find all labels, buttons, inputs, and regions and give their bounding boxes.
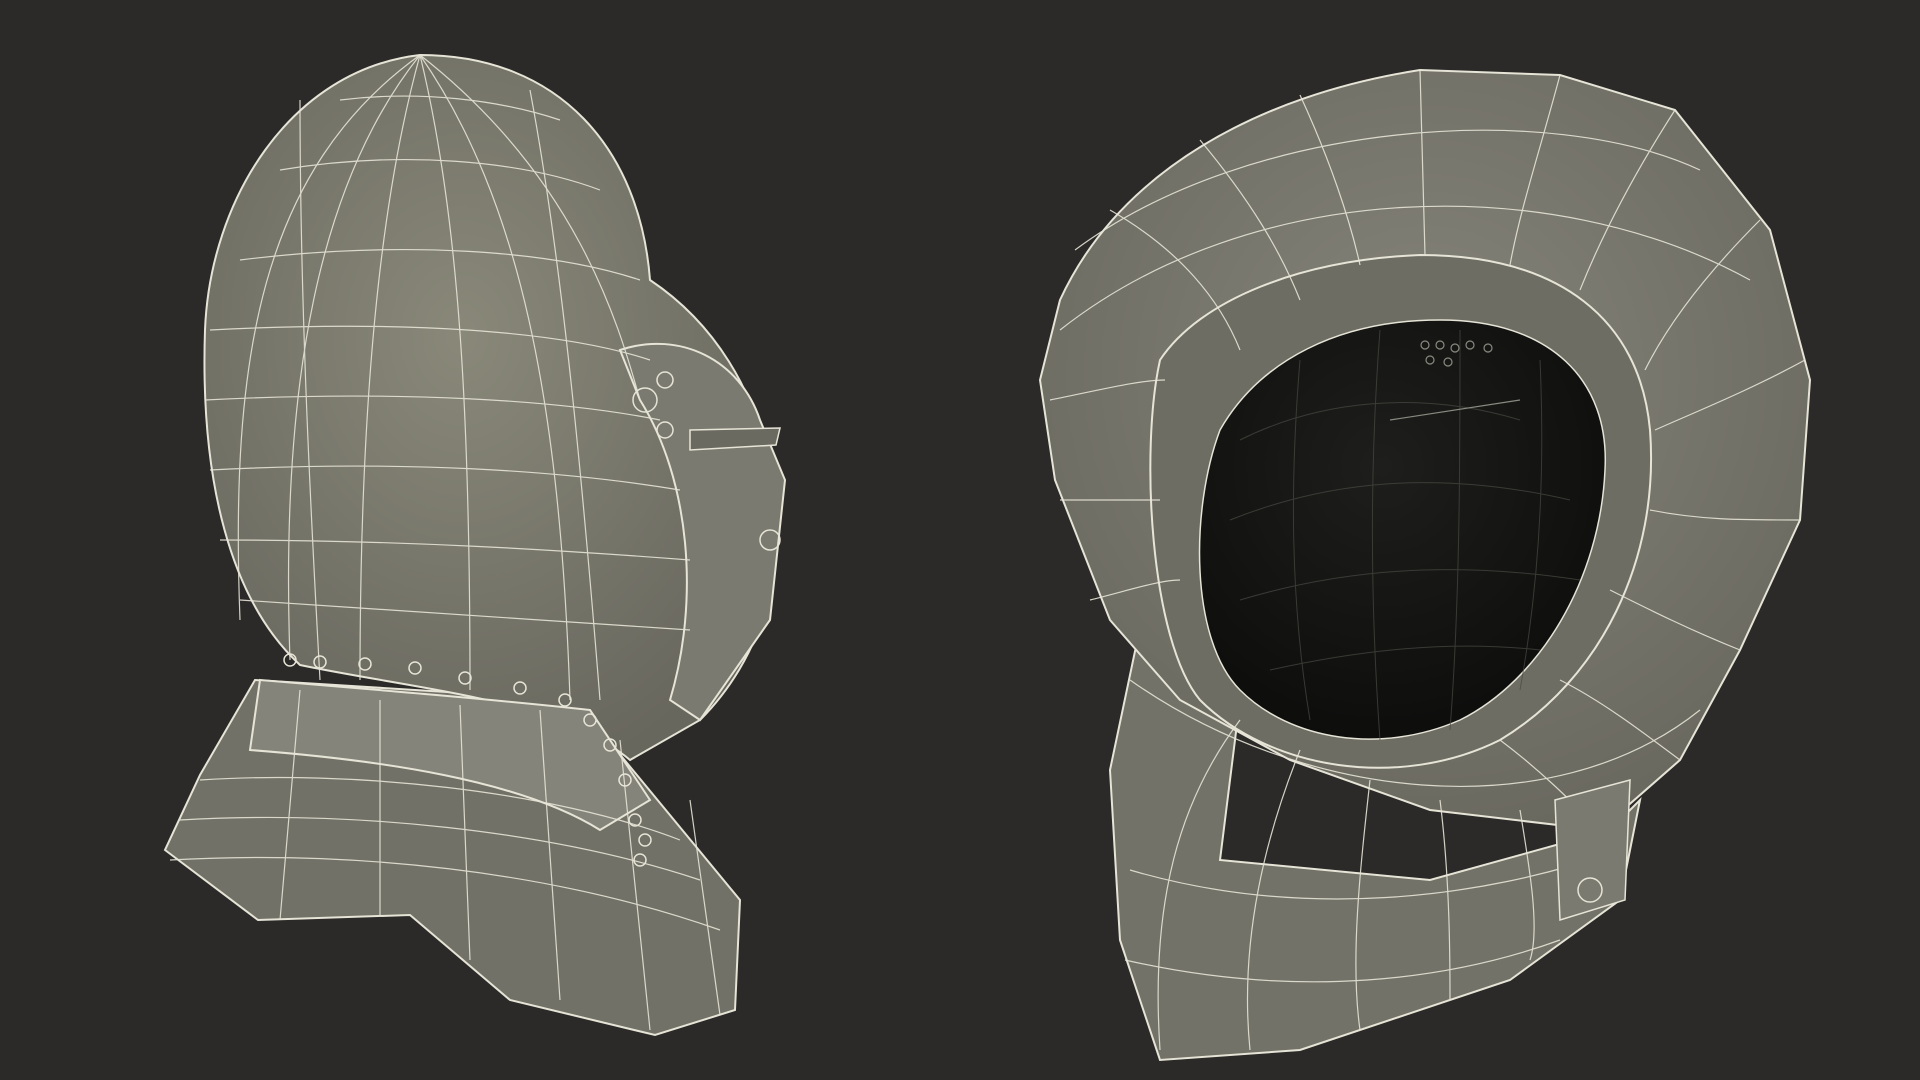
- helmet-top-hinge: [1554, 779, 1631, 922]
- viewport-canvas: [0, 0, 1920, 1080]
